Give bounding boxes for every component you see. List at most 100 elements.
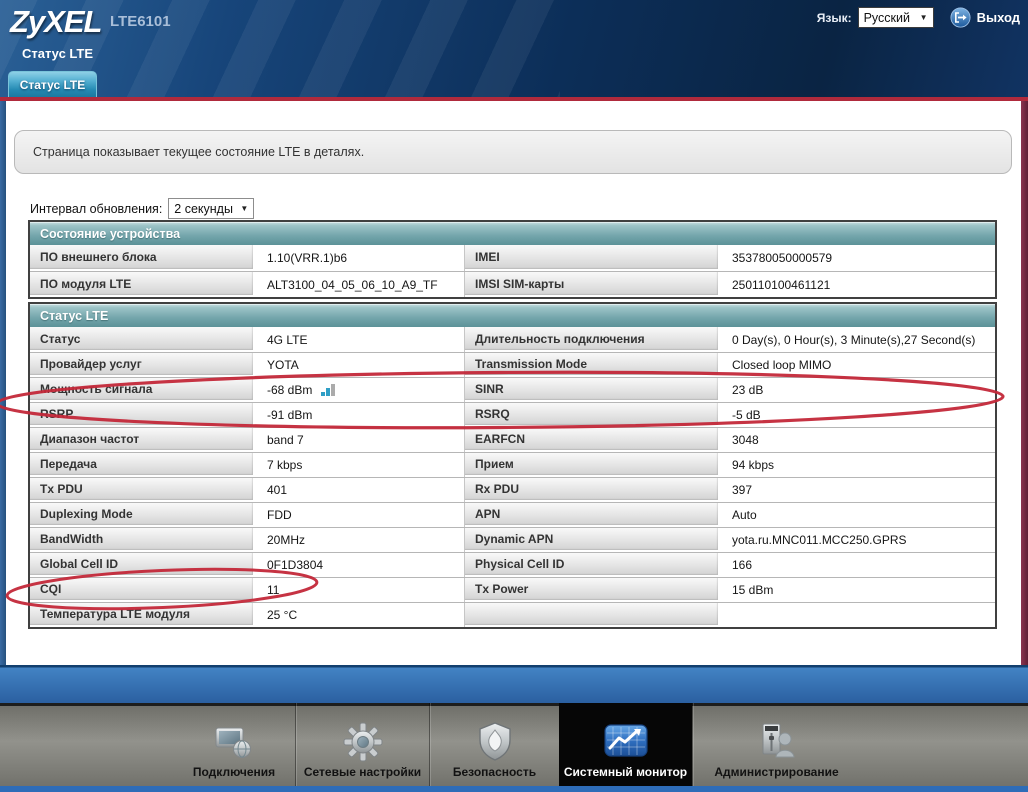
table-row: Провайдер услуг YOTA Transmission Mode C… [30, 352, 995, 377]
field-value: -91 dBm [255, 403, 465, 427]
table-row: Диапазон частот band 7 EARFCN 3048 [30, 427, 995, 452]
device-state-table: Состояние устройства ПО внешнего блока 1… [28, 220, 997, 299]
field-label: Rx PDU [465, 478, 720, 502]
field-value: 250110100461121 [720, 272, 995, 297]
logout-button[interactable]: Выход [950, 7, 1020, 28]
nav-item-label: Сетевые настройки [303, 765, 422, 779]
nav-item-network-settings[interactable]: Сетевые настройки [295, 703, 429, 786]
logout-icon [950, 7, 971, 28]
field-value: -68 dBm [255, 378, 465, 402]
field-label: Прием [465, 453, 720, 477]
left-edge-border [0, 101, 6, 665]
field-label: ПО внешнего блока [30, 245, 255, 271]
field-value: 1.10(VRR.1)b6 [255, 245, 465, 271]
nav-item-administration[interactable]: Администрирование [692, 703, 860, 786]
field-value: ALT3100_04_05_06_10_A9_TF [255, 272, 465, 297]
field-value: 4G LTE [255, 327, 465, 352]
field-label: Провайдер услуг [30, 353, 255, 377]
lte-status-table-title: Статус LTE [30, 304, 995, 327]
connections-icon [211, 719, 257, 765]
field-label: BandWidth [30, 528, 255, 552]
table-row: Статус 4G LTE Длительность подключения 0… [30, 327, 995, 352]
info-message-box: Страница показывает текущее состояние LT… [14, 130, 1012, 174]
logout-label: Выход [976, 10, 1020, 25]
field-value: 15 dBm [720, 578, 995, 602]
field-value: 0F1D3804 [255, 553, 465, 577]
language-label: Язык: [816, 10, 852, 25]
nav-item-system-monitor[interactable]: Системный монитор [559, 703, 692, 786]
field-label: ПО модуля LTE [30, 272, 255, 297]
chevron-down-icon: ▼ [240, 204, 249, 213]
field-value: 3048 [720, 428, 995, 452]
bottom-strip [0, 786, 1028, 792]
field-label: RSRP [30, 403, 255, 427]
field-label: Диапазон частот [30, 428, 255, 452]
field-value: YOTA [255, 353, 465, 377]
info-message-text: Страница показывает текущее состояние LT… [33, 145, 365, 159]
field-label: CQI [30, 578, 255, 602]
field-label: Tx Power [465, 578, 720, 602]
accent-divider [0, 97, 1028, 101]
field-label: Dynamic APN [465, 528, 720, 552]
field-label: Длительность подключения [465, 327, 720, 352]
field-value: 20MHz [255, 528, 465, 552]
device-model: LTE6101 [110, 13, 171, 30]
field-value: 0 Day(s), 0 Hour(s), 3 Minute(s),27 Seco… [720, 327, 995, 352]
table-row: Передача 7 kbps Прием 94 kbps [30, 452, 995, 477]
table-row: ПО внешнего блока 1.10(VRR.1)b6 IMEI 353… [30, 245, 995, 271]
refresh-interval-select[interactable]: 2 секунды ▼ [168, 198, 255, 219]
nav-item-label: Подключения [192, 765, 276, 779]
field-label: Tx PDU [30, 478, 255, 502]
field-label: Передача [30, 453, 255, 477]
table-row: ПО модуля LTE ALT3100_04_05_06_10_A9_TF … [30, 271, 995, 297]
field-value: FDD [255, 503, 465, 527]
field-value: band 7 [255, 428, 465, 452]
field-label: Мощность сигнала [30, 378, 255, 402]
table-row: Мощность сигнала -68 dBm SINR 23 dB [30, 377, 995, 402]
field-value: 397 [720, 478, 995, 502]
field-label: IMEI [465, 245, 720, 271]
lte-status-table: Статус LTE Статус 4G LTE Длительность по… [28, 302, 997, 629]
field-value: 401 [255, 478, 465, 502]
chevron-down-icon: ▼ [919, 13, 928, 22]
refresh-interval-row: Интервал обновления: 2 секунды ▼ [30, 198, 255, 219]
language-bar: Язык: Русский ▼ Выход [817, 7, 1020, 28]
signal-bars-icon [321, 384, 336, 396]
nav-item-security[interactable]: Безопасность [429, 703, 559, 786]
field-value: 166 [720, 553, 995, 577]
table-row: BandWidth 20MHz Dynamic APN yota.ru.MNC0… [30, 527, 995, 552]
nav-item-label: Администрирование [714, 765, 839, 779]
network-settings-icon [340, 719, 386, 765]
right-edge-border [1021, 101, 1028, 665]
field-value: -5 dB [720, 403, 995, 427]
table-row: Duplexing Mode FDD APN Auto [30, 502, 995, 527]
field-value: 353780050000579 [720, 245, 995, 271]
device-state-table-title: Состояние устройства [30, 222, 995, 245]
field-value [720, 603, 995, 627]
field-label: APN [465, 503, 720, 527]
page-title: Статус LTE [22, 46, 94, 61]
bottom-blue-band [0, 665, 1028, 703]
field-value: 94 kbps [720, 453, 995, 477]
field-value: Auto [720, 503, 995, 527]
field-label: Duplexing Mode [30, 503, 255, 527]
field-label: Physical Cell ID [465, 553, 720, 577]
field-value: Closed loop MIMO [720, 353, 995, 377]
table-row: Tx PDU 401 Rx PDU 397 [30, 477, 995, 502]
field-label: SINR [465, 378, 720, 402]
router-admin-page: ZyXEL LTE6101 Язык: Русский ▼ Выход Стат… [0, 0, 1028, 792]
nav-item-connections[interactable]: Подключения [173, 703, 295, 786]
tab-lte-status[interactable]: Статус LTE [8, 71, 97, 97]
field-label: Transmission Mode [465, 353, 720, 377]
field-label: EARFCN [465, 428, 720, 452]
table-row: Global Cell ID 0F1D3804 Physical Cell ID… [30, 552, 995, 577]
field-value: yota.ru.MNC011.MCC250.GPRS [720, 528, 995, 552]
field-value: 25 °C [255, 603, 465, 627]
field-label: Статус [30, 327, 255, 352]
field-label: Global Cell ID [30, 553, 255, 577]
field-label: RSRQ [465, 403, 720, 427]
language-select[interactable]: Русский ▼ [857, 7, 934, 28]
top-header: ZyXEL LTE6101 Язык: Русский ▼ Выход Стат… [0, 0, 1028, 97]
field-value: 23 dB [720, 378, 995, 402]
